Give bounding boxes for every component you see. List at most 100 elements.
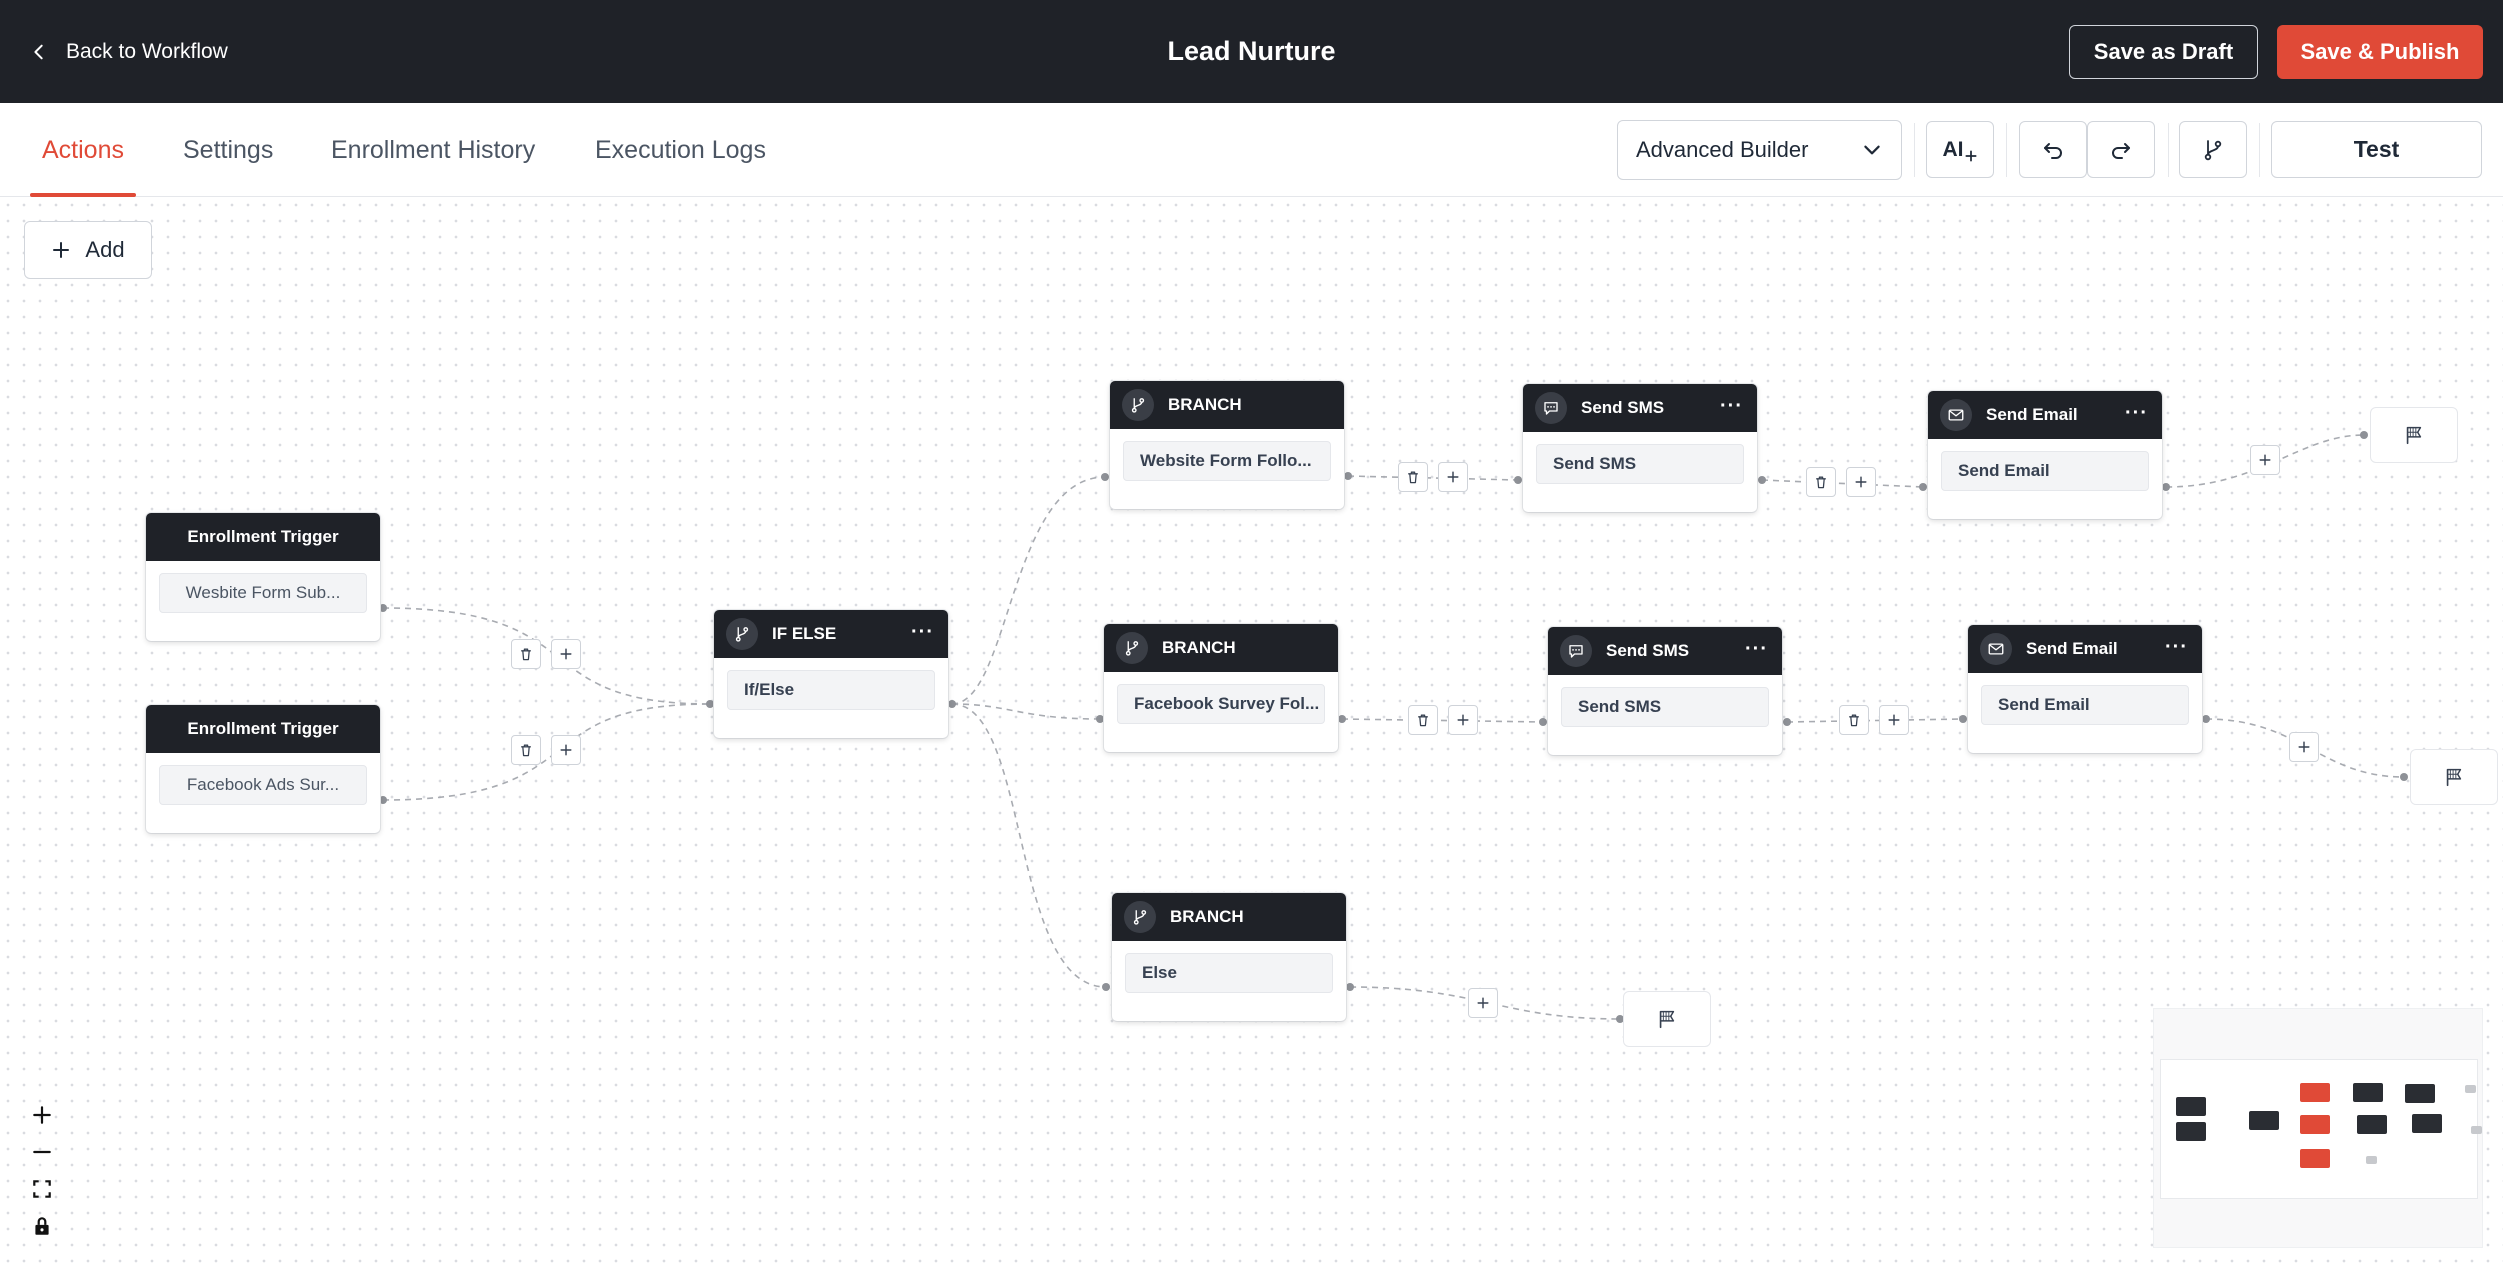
branch-view-button[interactable] — [2179, 121, 2247, 178]
delete-step-button[interactable] — [511, 735, 541, 765]
node-header: Send Email ··· — [1928, 391, 2162, 439]
send-sms-node[interactable]: Send SMS ··· Send SMS — [1523, 384, 1757, 512]
port-dot — [1346, 983, 1354, 991]
add-step-button[interactable] — [1846, 467, 1876, 497]
node-value[interactable]: Else — [1125, 953, 1333, 993]
tab-execution-logs[interactable]: Execution Logs — [595, 103, 766, 197]
delete-step-button[interactable] — [1398, 462, 1428, 492]
node-value[interactable]: Send SMS — [1561, 687, 1769, 727]
more-options-icon[interactable]: ··· — [2125, 403, 2148, 423]
port-dot — [2360, 431, 2368, 439]
git-branch-icon — [1116, 632, 1148, 664]
branch-node[interactable]: BRANCH Website Form Follo... — [1110, 381, 1344, 509]
node-value[interactable]: Send SMS — [1536, 444, 1744, 484]
back-to-workflow-link[interactable]: Back to Workflow — [30, 34, 228, 70]
back-label: Back to Workflow — [66, 40, 228, 63]
minimap-end-node — [2471, 1126, 2482, 1134]
node-title: BRANCH — [1168, 395, 1242, 414]
top-bar: Back to Workflow Lead Nurture Save as Dr… — [0, 0, 2503, 103]
delete-step-button[interactable] — [1839, 705, 1869, 735]
edge-trigger1-ifelse — [382, 607, 711, 705]
enrollment-trigger-node[interactable]: Enrollment Trigger Wesbite Form Sub... — [146, 513, 380, 641]
workflow-end-node[interactable] — [1623, 991, 1711, 1047]
edge-ifelse-branch2 — [951, 703, 1101, 720]
delete-step-button[interactable] — [511, 639, 541, 669]
tab-bar: Actions Settings Enrollment History Exec… — [0, 103, 2503, 197]
delete-step-button[interactable] — [1806, 467, 1836, 497]
add-step-button[interactable] — [1448, 705, 1478, 735]
save-and-publish-button[interactable]: Save & Publish — [2277, 25, 2483, 79]
add-step-button[interactable] — [1468, 988, 1498, 1018]
add-step-button[interactable] — [2250, 445, 2280, 475]
send-email-node[interactable]: Send Email ··· Send Email — [1928, 391, 2162, 519]
finish-flag-icon — [1659, 1010, 1675, 1029]
minimap[interactable] — [2153, 1008, 2483, 1248]
node-title: Send Email — [1986, 405, 2078, 424]
trash-icon — [521, 648, 531, 661]
enrollment-trigger-node[interactable]: Enrollment Trigger Facebook Ads Sur... — [146, 705, 380, 833]
plus-icon — [33, 1106, 51, 1124]
add-step-button[interactable] — [551, 639, 581, 669]
minus-icon — [33, 1150, 51, 1154]
trash-icon — [1849, 714, 1859, 727]
minimap-node — [2249, 1111, 2279, 1130]
add-step-button[interactable] — [2289, 732, 2319, 762]
more-options-icon[interactable]: ··· — [911, 622, 934, 642]
add-step-button[interactable] — [1438, 462, 1468, 492]
message-icon — [1560, 635, 1592, 667]
port-dot — [2202, 715, 2210, 723]
toolbar-divider — [1914, 123, 1915, 177]
node-value[interactable]: Wesbite Form Sub... — [159, 573, 367, 613]
fit-view-button[interactable] — [22, 1172, 62, 1206]
node-value[interactable]: Send Email — [1981, 685, 2189, 725]
node-title: IF ELSE — [772, 624, 837, 643]
workflow-end-node[interactable] — [2410, 749, 2498, 805]
branch-node[interactable]: BRANCH Else — [1112, 893, 1346, 1021]
delete-step-button[interactable] — [1408, 705, 1438, 735]
workflow-end-node[interactable] — [2370, 407, 2458, 463]
tab-enrollment-history[interactable]: Enrollment History — [331, 103, 535, 197]
if-else-node[interactable]: IF ELSE ··· If/Else — [714, 610, 948, 738]
send-sms-node[interactable]: Send SMS ··· Send SMS — [1548, 627, 1782, 755]
add-step-button[interactable] — [1879, 705, 1909, 735]
node-value[interactable]: Facebook Survey Fol... — [1117, 684, 1325, 724]
more-options-icon[interactable]: ··· — [2165, 637, 2188, 657]
minimap-node — [2300, 1115, 2330, 1134]
node-value[interactable]: Send Email — [1941, 451, 2149, 491]
node-value[interactable]: If/Else — [727, 670, 935, 710]
tab-settings[interactable]: Settings — [183, 103, 273, 197]
zoom-out-button[interactable] — [22, 1135, 62, 1169]
send-email-node[interactable]: Send Email ··· Send Email — [1968, 625, 2202, 753]
lock-view-button[interactable] — [22, 1209, 62, 1243]
node-title: Send Email — [2026, 639, 2118, 658]
node-value[interactable]: Facebook Ads Sur... — [159, 765, 367, 805]
finish-flag-icon — [2446, 768, 2462, 787]
zoom-in-button[interactable] — [22, 1098, 62, 1132]
edge-branch2-sms2 — [1341, 718, 1544, 723]
node-value[interactable]: Website Form Follo... — [1123, 441, 1331, 481]
plus-icon — [1888, 714, 1900, 726]
builder-mode-select[interactable]: Advanced Builder — [1617, 120, 1902, 180]
port-dot — [379, 796, 387, 804]
minimap-node — [2176, 1097, 2206, 1116]
branch-node[interactable]: BRANCH Facebook Survey Fol... — [1104, 624, 1338, 752]
test-button[interactable]: Test — [2271, 121, 2482, 178]
more-options-icon[interactable]: ··· — [1745, 639, 1768, 659]
minimap-end-node — [2465, 1085, 2476, 1093]
ai-label: AI — [1942, 137, 1964, 161]
more-options-icon[interactable]: ··· — [1720, 396, 1743, 416]
git-branch-icon — [726, 618, 758, 650]
node-header: Send SMS ··· — [1523, 384, 1757, 432]
undo-button[interactable] — [2019, 121, 2087, 178]
sparkle-plus-icon — [1964, 149, 1977, 162]
port-dot — [1102, 983, 1110, 991]
add-step-button[interactable] — [551, 735, 581, 765]
port-dot — [1758, 476, 1766, 484]
ai-button[interactable]: AI — [1926, 121, 1994, 178]
tab-actions[interactable]: Actions — [30, 103, 136, 197]
finish-flag-icon — [2406, 426, 2422, 445]
node-header: BRANCH — [1104, 624, 1338, 672]
redo-button[interactable] — [2087, 121, 2155, 178]
save-as-draft-button[interactable]: Save as Draft — [2069, 25, 2258, 79]
workflow-canvas[interactable]: Add Enrollment Trigger Wesbite Form Sub.… — [0, 197, 2503, 1268]
